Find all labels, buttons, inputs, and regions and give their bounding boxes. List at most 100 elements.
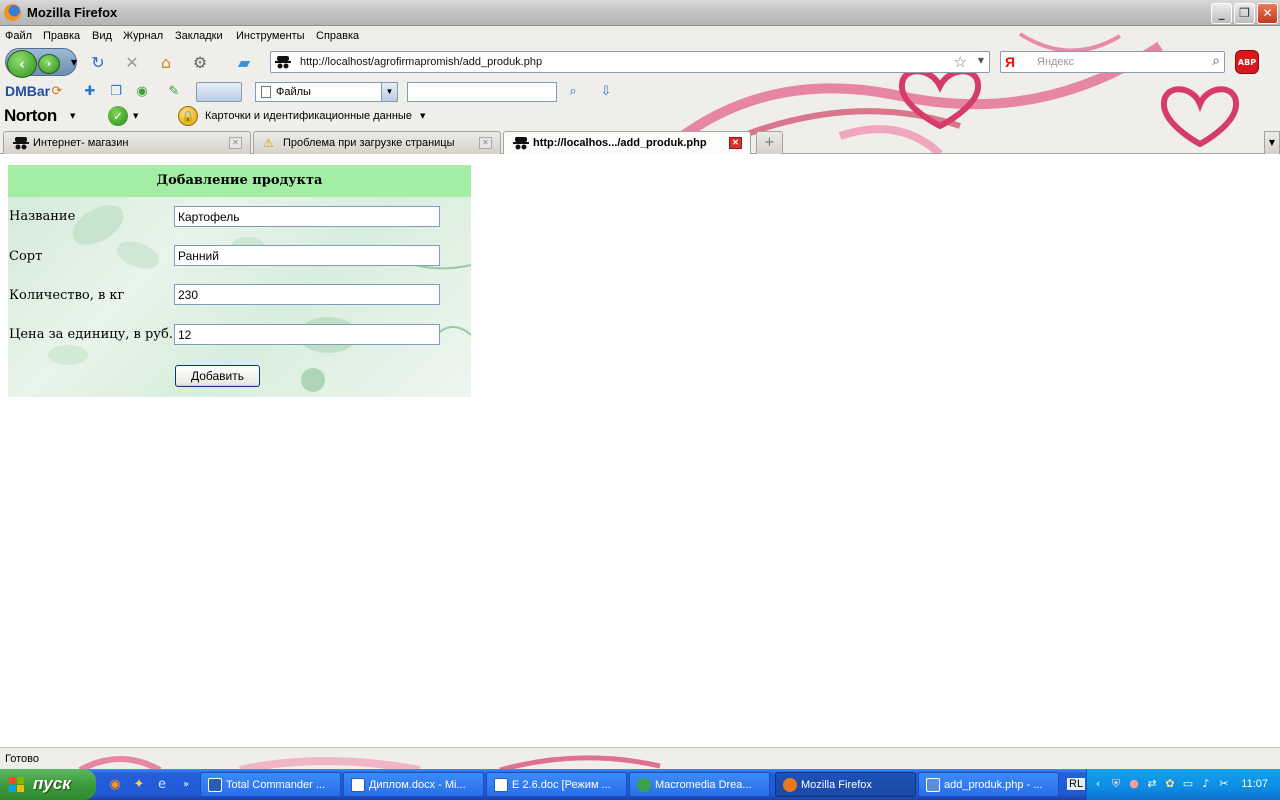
- price-label: Цена за единицу, в руб.: [9, 327, 173, 342]
- add-product-form: Добавление продукта Название Сорт Количе…: [8, 165, 471, 397]
- menu-edit[interactable]: Правка: [43, 30, 80, 42]
- close-window-button[interactable]: ✕: [1257, 3, 1278, 24]
- word-doc-icon: [494, 778, 508, 792]
- network-icon[interactable]: ⇄: [1145, 777, 1159, 791]
- security-icon[interactable]: ●: [1127, 777, 1141, 791]
- word-doc-icon: [351, 778, 365, 792]
- spy-icon: [13, 137, 29, 150]
- history-dropdown-icon[interactable]: ▼: [64, 54, 84, 72]
- menu-history[interactable]: Журнал: [123, 30, 163, 42]
- globe-icon[interactable]: ◉: [134, 84, 150, 100]
- maximize-button[interactable]: ❐: [1234, 3, 1255, 24]
- volume-icon[interactable]: ♪: [1199, 777, 1213, 791]
- tab-close-icon[interactable]: ✕: [229, 137, 242, 149]
- dmbar-label[interactable]: DMBar: [5, 83, 50, 99]
- url-dropdown-icon[interactable]: ▼: [978, 56, 984, 65]
- tab-close-icon[interactable]: ✕: [479, 137, 492, 149]
- language-indicator[interactable]: RL: [1067, 778, 1086, 790]
- document-icon: [261, 86, 271, 98]
- status-text: Готово: [5, 753, 39, 765]
- cards-dropdown-icon[interactable]: ▼: [420, 112, 425, 120]
- home-icon[interactable]: ⌂: [156, 54, 176, 72]
- quantity-label: Количество, в кг: [9, 288, 125, 303]
- cards-identity-menu[interactable]: Карточки и идентификационные данные: [205, 110, 412, 122]
- update-icon[interactable]: ✿: [1163, 777, 1177, 791]
- taskbar-item-label: add_produk.php - ...: [944, 779, 1043, 791]
- toolbar-search-input[interactable]: [407, 82, 557, 102]
- chevron-down-icon[interactable]: ▼: [381, 83, 397, 101]
- variety-input[interactable]: [174, 245, 440, 266]
- warning-icon: ⚠: [263, 136, 274, 150]
- spy-site-icon: [275, 56, 291, 69]
- window-titlebar[interactable]: Mozilla Firefox _ ❐ ✕: [0, 0, 1280, 26]
- menu-tools[interactable]: Инструменты: [236, 30, 305, 42]
- download-icon[interactable]: ⇩: [598, 84, 614, 100]
- toolbar-blank-button[interactable]: [196, 82, 242, 102]
- tab-add-produk[interactable]: http://localhos.../add_produk.php ✕: [503, 131, 751, 154]
- back-button[interactable]: ‹: [7, 50, 37, 78]
- menu-view[interactable]: Вид: [92, 30, 112, 42]
- menu-bookmarks[interactable]: Закладки: [175, 30, 223, 42]
- minimize-button[interactable]: _: [1211, 3, 1232, 24]
- clock: 11:07: [1241, 778, 1268, 790]
- yandex-logo-icon[interactable]: Я: [1005, 54, 1015, 70]
- quantity-input[interactable]: [174, 284, 440, 305]
- price-input[interactable]: [174, 324, 440, 345]
- copy-icon[interactable]: ❐: [108, 84, 124, 100]
- quicklaunch-more-icon[interactable]: »: [178, 777, 194, 793]
- search-placeholder: Яндекс: [1037, 56, 1074, 68]
- menu-help[interactable]: Справка: [316, 30, 359, 42]
- taskbar-item-e26-doc[interactable]: E 2.6.doc [Режим ...: [486, 772, 627, 797]
- taskbar-item-dreamweaver[interactable]: Macromedia Drea...: [629, 772, 770, 797]
- add-icon[interactable]: ✚: [82, 84, 98, 100]
- start-button[interactable]: пуск: [0, 769, 96, 800]
- search-bar[interactable]: Я Яндекс ⌕: [1000, 51, 1225, 73]
- check-dropdown-icon[interactable]: ▼: [133, 112, 138, 120]
- taskbar-item-diplom-docx[interactable]: Диплом.docx - Mi...: [343, 772, 484, 797]
- norton-logo[interactable]: Norton: [4, 106, 57, 126]
- menu-file[interactable]: Файл: [5, 30, 32, 42]
- files-select[interactable]: Файлы ▼: [255, 82, 398, 102]
- norton-dropdown-icon[interactable]: ▼: [70, 112, 75, 120]
- monitor-icon[interactable]: ▭: [1181, 777, 1195, 791]
- reload-icon[interactable]: ↻: [88, 54, 108, 72]
- tab-list-chevron-down-icon[interactable]: ▼: [1264, 131, 1280, 154]
- tab-strip: Интернет- магазин ✕ ⚠ Проблема при загру…: [0, 128, 1280, 154]
- navigation-toolbar: ‹ › ▼ ↻ ✕ ⌂ ⚙ ▰ http://localhost/agrofir…: [0, 46, 1280, 78]
- url-bar[interactable]: http://localhost/agrofirmapromish/add_pr…: [270, 51, 990, 73]
- taskbar-item-label: Диплом.docx - Mi...: [369, 779, 466, 791]
- tab-internet-shop[interactable]: Интернет- магазин ✕: [3, 131, 251, 154]
- safe-check-icon[interactable]: ✓: [108, 106, 128, 126]
- ie-quicklaunch-icon[interactable]: e: [154, 777, 170, 793]
- bookmark-star-icon[interactable]: ☆: [954, 53, 967, 71]
- addon-icon[interactable]: ⚙: [190, 54, 210, 72]
- stop-icon[interactable]: ✕: [122, 54, 142, 72]
- taskbar-item-firefox[interactable]: Mozilla Firefox: [775, 772, 916, 797]
- taskbar-item-total-commander[interactable]: Total Commander ...: [200, 772, 341, 797]
- dmbar-refresh-icon[interactable]: ⟳: [49, 84, 65, 100]
- shield-icon[interactable]: ⛨: [1109, 777, 1123, 791]
- new-tab-button[interactable]: +: [756, 131, 783, 154]
- search-icon[interactable]: ⌕: [1212, 53, 1220, 69]
- tray-expand-icon[interactable]: ‹: [1091, 777, 1105, 791]
- identity-lock-icon[interactable]: 🔒: [178, 106, 198, 126]
- tab-label: http://localhos.../add_produk.php: [533, 137, 707, 149]
- tab-load-problem[interactable]: ⚠ Проблема при загрузке страницы ✕: [253, 131, 501, 154]
- quicklaunch-tool-icon[interactable]: ✦: [131, 777, 147, 793]
- tab-close-icon[interactable]: ✕: [729, 137, 742, 149]
- forward-button[interactable]: ›: [38, 54, 60, 74]
- name-input[interactable]: [174, 206, 440, 227]
- tool-icon[interactable]: ✎: [166, 84, 182, 100]
- taskbar-item-add-produk[interactable]: add_produk.php - ...: [918, 772, 1059, 797]
- taskbar-item-label: Mozilla Firefox: [801, 779, 872, 791]
- adblock-plus-icon[interactable]: ABP: [1235, 50, 1259, 74]
- system-tray: RL ‹ ⛨ ● ⇄ ✿ ▭ ♪ ✂ 11:07: [1067, 769, 1280, 800]
- page-content: Добавление продукта Название Сорт Количе…: [0, 155, 1280, 747]
- firefox-quicklaunch-icon[interactable]: ◉: [107, 777, 123, 793]
- add-product-button[interactable]: Добавить: [175, 365, 260, 387]
- toolbar-search-icon[interactable]: ⌕: [565, 84, 581, 100]
- window-title: Mozilla Firefox: [27, 5, 118, 20]
- status-bar-decoration: [78, 755, 661, 769]
- chat-icon[interactable]: ▰: [234, 54, 254, 72]
- tray-tool-icon[interactable]: ✂: [1217, 777, 1231, 791]
